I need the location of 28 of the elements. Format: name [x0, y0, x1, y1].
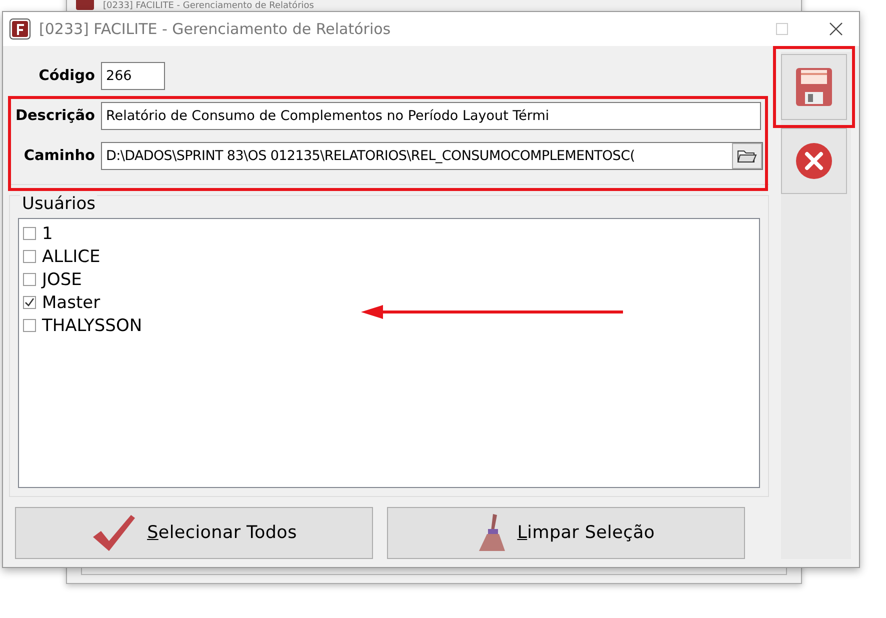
user-name: THALYSSON — [42, 316, 142, 336]
checkbox[interactable] — [23, 273, 36, 286]
checkbox[interactable] — [23, 250, 36, 263]
field-label: Código — [38, 68, 95, 84]
folder-icon — [737, 148, 757, 164]
checkbox[interactable] — [23, 319, 36, 332]
description-field[interactable]: Relatório de Consumo de Complementos no Período Layout Térmi — [101, 102, 761, 130]
path-field[interactable]: D:\DADOS\SPRINT 83\OS 012135\RELATORIOS\REL_CONSUMOCOMPLEMENTOSC( — [101, 142, 763, 170]
close-icon — [794, 141, 834, 181]
cancel-button[interactable] — [781, 128, 848, 194]
field-label: Descrição — [14, 108, 95, 124]
select-all-button[interactable]: Selecionar Todos — [15, 507, 373, 559]
window-title: [0233] FACILITE - Gerenciamento de Relatórios — [39, 20, 391, 38]
app-logo-icon — [9, 18, 31, 40]
field-label: Caminho — [22, 148, 95, 164]
code-field[interactable]: 266 — [101, 62, 165, 90]
check-mark-icon — [91, 513, 138, 553]
user-name: ALLICE — [42, 246, 100, 266]
checkbox[interactable] — [23, 227, 36, 240]
broom-icon — [477, 512, 508, 554]
user-name: 1 — [42, 224, 53, 244]
user-list[interactable]: 1 ALLICE JOSE Master THALYSSON — [18, 218, 760, 488]
user-name: Master — [42, 292, 100, 312]
folder-button[interactable] — [732, 143, 762, 169]
user-name: JOSE — [42, 270, 82, 290]
window-title: [0233] FACILITE - Gerenciamento de Relatórios — [103, 1, 314, 11]
clear-selection-button[interactable]: Limpar Seleção — [387, 507, 745, 559]
checkbox[interactable] — [23, 296, 36, 309]
